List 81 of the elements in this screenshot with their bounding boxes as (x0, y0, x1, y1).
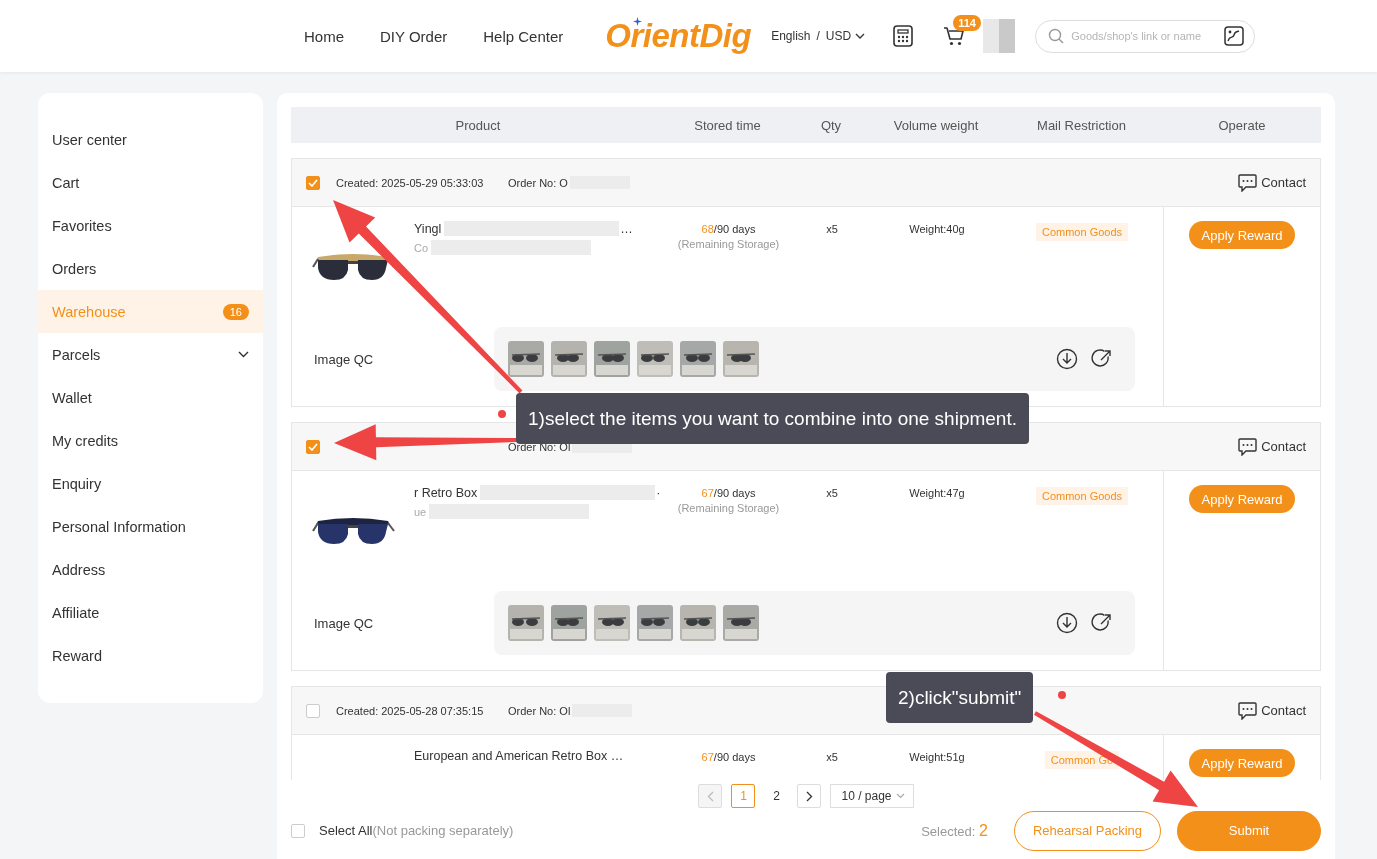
page-size-select[interactable]: 10 / page (830, 784, 914, 808)
column-header: Qty (819, 117, 843, 133)
sidebar-item[interactable]: Personal Information (38, 505, 263, 548)
chat-icon (1238, 437, 1258, 456)
checkbox[interactable] (306, 703, 320, 718)
column-header: Volume weight (892, 117, 980, 133)
product-name[interactable]: Yingl (414, 221, 442, 236)
annotation-dot (498, 410, 506, 418)
download-icon[interactable] (1056, 612, 1078, 634)
column-header: Mail Restriction (1036, 117, 1127, 133)
quantity: x5 (826, 751, 838, 763)
sidebar-item[interactable]: Parcels (38, 333, 263, 376)
annotation-callout: 2)click"submit" (886, 672, 1034, 723)
sidebar-item[interactable]: My credits (38, 419, 263, 462)
product-name[interactable]: r Retro Box (414, 485, 478, 500)
product-spec: Co (414, 241, 429, 254)
select-all-label[interactable]: Select All(Not packing separately) (319, 823, 514, 838)
column-header: Stored time (693, 117, 762, 133)
nav-link[interactable]: Home (304, 27, 344, 45)
search-icon (1048, 28, 1065, 44)
chevron-left-icon (706, 790, 714, 802)
storage-note: (Remaining Storage) (677, 502, 780, 514)
weight: Weight:51g (909, 751, 965, 763)
storage-note: (Remaining Storage) (677, 238, 780, 250)
image-search-icon[interactable] (1224, 26, 1245, 46)
order-number: Order No: O (508, 176, 568, 189)
chat-icon (1238, 173, 1258, 192)
sidebar-item[interactable]: User center (38, 118, 263, 161)
goods-tag: Common Goods (1035, 223, 1129, 241)
share-icon[interactable] (1091, 348, 1113, 370)
goods-tag: Common Goods (1035, 487, 1129, 505)
sidebar-item[interactable]: Address (38, 548, 263, 591)
storage-days: 68/90 days (701, 223, 756, 235)
contact-link[interactable]: Contact (1238, 437, 1306, 456)
sidebar-item[interactable]: Reward (38, 634, 263, 677)
sidebar-item[interactable]: Favorites (38, 204, 263, 247)
search-input[interactable]: Goods/shop's link or name (1069, 29, 1220, 43)
cart-icon[interactable] (943, 25, 966, 47)
ellipsis-text: … (620, 221, 633, 236)
created-time: Created: 2025-05-29 05:33:03 (336, 176, 484, 189)
sidebar-item[interactable]: Orders (38, 247, 263, 290)
sidebar-item[interactable]: Cart (38, 161, 263, 204)
cart-count-badge: 114 (953, 15, 981, 31)
sidebar-item[interactable]: Affiliate (38, 591, 263, 634)
chat-icon (1238, 701, 1258, 720)
share-icon[interactable] (1091, 612, 1113, 634)
select-all-checkbox[interactable] (291, 823, 305, 838)
weight: Weight:40g (909, 223, 965, 235)
ellipsis-text: · (656, 485, 661, 500)
image-qc-label: Image QC (314, 615, 375, 631)
contact-link[interactable]: Contact (1238, 173, 1306, 192)
storage-days: 67/90 days (701, 487, 756, 499)
annotation-callout: 1)select the items you want to combine into one shipment. (516, 393, 1029, 444)
checkbox[interactable] (306, 439, 320, 454)
product-name[interactable]: European and American Retro Box … (414, 749, 624, 763)
chevron-right-icon (805, 790, 813, 802)
selected-count: Selected: 2 (921, 821, 988, 840)
nav-link[interactable]: DIY Order (380, 27, 448, 45)
chevron-down-icon[interactable] (238, 351, 249, 358)
calculator-icon[interactable] (893, 25, 914, 47)
order-number: Order No: Ol (508, 704, 571, 717)
sidebar-item[interactable]: Enquiry (38, 462, 263, 505)
created-time: Created: 2025-05-28 07:35:15 (336, 704, 484, 717)
sidebar-item[interactable]: Wallet (38, 376, 263, 419)
checkbox[interactable] (306, 175, 320, 190)
chevron-down-icon (855, 32, 866, 40)
column-header: Operate (1217, 117, 1267, 133)
count-badge: 16 (222, 303, 249, 320)
chevron-down-icon (895, 793, 905, 799)
quantity: x5 (826, 223, 838, 235)
nav-link[interactable]: Help Center (483, 27, 564, 45)
image-qc-label: Image QC (314, 351, 375, 367)
storage-days: 67/90 days (701, 751, 756, 763)
download-icon[interactable] (1056, 348, 1078, 370)
language-currency-selector[interactable]: English / USD (771, 29, 866, 43)
product-spec: ue (414, 505, 427, 518)
contact-link[interactable]: Contact (1238, 701, 1306, 720)
annotation-dot (1058, 691, 1066, 699)
quantity: x5 (826, 487, 838, 499)
weight: Weight:47g (909, 487, 965, 499)
column-header: Product (454, 117, 502, 133)
